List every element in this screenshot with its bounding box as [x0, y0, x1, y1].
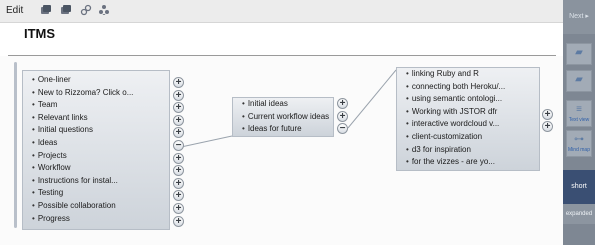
list-item[interactable]: Projects — [23, 150, 169, 163]
list-item[interactable]: Testing — [23, 187, 169, 200]
list-item[interactable]: New to Rizzoma? Click o... — [23, 87, 169, 100]
short-toggle[interactable]: short — [563, 170, 595, 204]
list-item[interactable]: interactive wordcloud v... — [397, 118, 539, 131]
expand-icon[interactable]: + — [173, 77, 184, 88]
list-item[interactable]: for the vizzes - are yo... — [397, 156, 539, 169]
list-item[interactable]: Initial questions — [23, 124, 169, 137]
expand-icon[interactable]: + — [337, 98, 348, 109]
ideas-node[interactable]: Initial ideasCurrent workflow ideasIdeas… — [232, 97, 334, 137]
mind-map-icon: ⊶ — [574, 134, 584, 145]
expand-icon[interactable]: + — [337, 110, 348, 122]
text-view-button[interactable]: ≡ Text view — [566, 100, 592, 127]
text-lines-icon: ≡ — [576, 104, 582, 115]
text-view-label: Text view — [568, 117, 590, 123]
list-item[interactable]: d3 for inspiration — [397, 144, 539, 157]
list-item[interactable]: Progress — [23, 213, 169, 226]
view-sidebar: Next ▸ ▰ ▰ ≡ Text view ⊶ Mind map short … — [563, 0, 595, 245]
next-button[interactable]: Next ▸ — [563, 0, 595, 34]
expand-icon[interactable]: + — [173, 114, 184, 126]
list-item[interactable]: Instructions for instal... — [23, 175, 169, 188]
list-item[interactable]: Relevant links — [23, 112, 169, 125]
list-item[interactable]: using semantic ontologi... — [397, 93, 539, 106]
expand-icon[interactable]: + — [173, 215, 184, 227]
expand-icon[interactable]: + — [173, 152, 184, 164]
list-item[interactable]: Workflow — [23, 162, 169, 175]
list-item[interactable]: Current workflow ideas — [233, 111, 333, 124]
list-item[interactable]: Ideas for future — [233, 123, 333, 136]
list-item[interactable]: Ideas — [23, 137, 169, 150]
future-ideas-node[interactable]: linking Ruby and Rconnecting both Heroku… — [396, 67, 540, 171]
collapse-icon[interactable]: − — [173, 140, 184, 151]
stack-view-button[interactable]: ▰ — [566, 43, 592, 65]
list-item[interactable]: connecting both Heroku/... — [397, 81, 539, 94]
list-item[interactable]: Working with JSTOR dfr — [397, 106, 539, 119]
expand-icon[interactable]: + — [173, 89, 184, 101]
expand-icon[interactable]: + — [173, 203, 184, 214]
expand-icon[interactable]: + — [542, 108, 553, 120]
expand-icon[interactable]: + — [173, 177, 184, 189]
list-item[interactable]: Possible collaboration — [23, 200, 169, 213]
list-item[interactable]: client-customization — [397, 131, 539, 144]
expanded-toggle[interactable]: expanded — [563, 204, 595, 224]
root-node[interactable]: One-linerNew to Rizzoma? Click o...TeamR… — [22, 70, 170, 230]
mind-map-button[interactable]: ⊶ Mind map — [566, 130, 592, 157]
list-item[interactable]: linking Ruby and R — [397, 68, 539, 81]
mind-map-label: Mind map — [568, 147, 590, 153]
stack-alt-view-button[interactable]: ▰ — [566, 70, 592, 92]
stack-icon: ▰ — [575, 47, 583, 58]
list-item[interactable]: Initial ideas — [233, 98, 333, 111]
list-item[interactable]: Team — [23, 99, 169, 112]
stack-alt-icon: ▰ — [575, 74, 583, 85]
list-item[interactable]: One-liner — [23, 74, 169, 87]
